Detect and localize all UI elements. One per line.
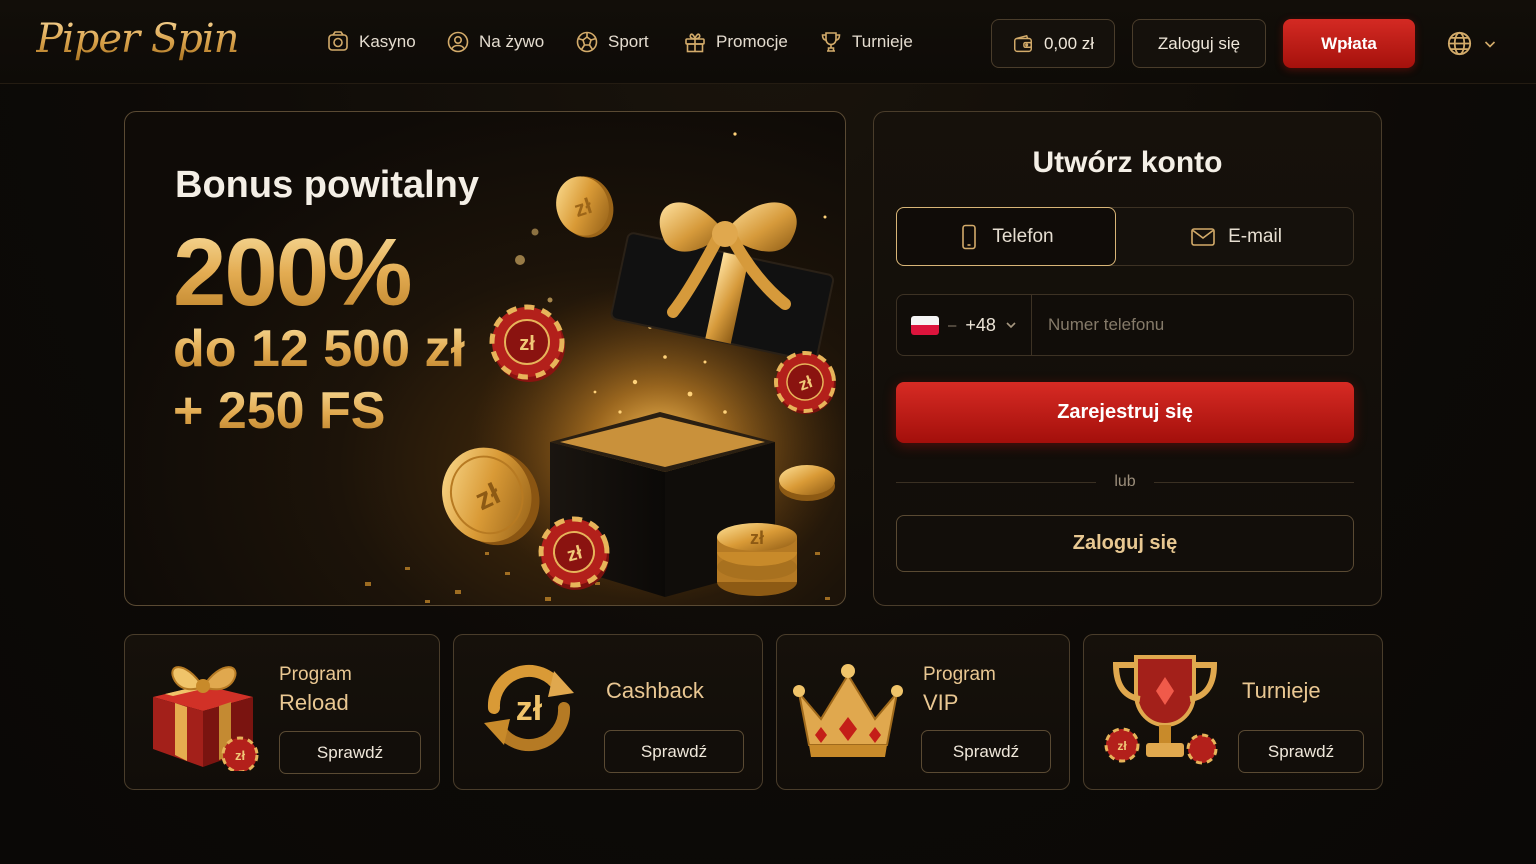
- chevron-down-icon: [1006, 322, 1016, 329]
- trophy-icon: [821, 32, 841, 52]
- phone-number-input[interactable]: [1033, 295, 1353, 355]
- country-code: +48: [965, 314, 996, 335]
- language-selector[interactable]: [1446, 30, 1497, 57]
- gift-icon: [685, 33, 705, 53]
- promo-title-line1: Turnieje: [1242, 678, 1321, 703]
- promo-card-reload[interactable]: zł Program Reload Sprawdź: [124, 634, 440, 790]
- cashback-icon: zł: [484, 664, 574, 752]
- svg-text:zł: zł: [519, 333, 535, 355]
- svg-text:zł: zł: [235, 748, 246, 763]
- check-cashback-button[interactable]: Sprawdź: [604, 730, 744, 773]
- login-button[interactable]: Zaloguj się: [1132, 19, 1266, 68]
- trophy-cup-icon: zł: [1104, 655, 1218, 765]
- promo-title-line2: Reload: [279, 690, 349, 715]
- casino-icon: [328, 31, 348, 51]
- bonus-percent: 200%: [173, 219, 413, 326]
- country-code-select[interactable]: – +48: [897, 295, 1032, 355]
- top-header: Piper Spin Kasyno Na żywo Sport Promocje…: [0, 0, 1536, 84]
- register-panel: Utwórz konto Telefon E-mail – +48 Zareje…: [873, 111, 1382, 606]
- svg-text:zł: zł: [1117, 739, 1127, 753]
- wallet-icon: [1013, 34, 1032, 52]
- bonus-amount: do 12 500 zł: [173, 320, 465, 378]
- promo-card-vip[interactable]: Program VIP Sprawdź: [776, 634, 1070, 790]
- tab-phone[interactable]: Telefon: [896, 207, 1116, 266]
- or-divider: lub: [896, 470, 1355, 494]
- promo-title: Cashback: [606, 677, 704, 705]
- main-nav: Kasyno Na żywo Sport Promocje Turnieje: [326, 28, 919, 56]
- nav-label: Kasyno: [359, 32, 416, 51]
- login-secondary-button[interactable]: Zaloguj się: [896, 515, 1354, 572]
- smartphone-icon: [962, 224, 977, 249]
- promo-title-line2: VIP: [923, 690, 959, 715]
- promo-title-line1: Cashback: [606, 678, 704, 703]
- nav-label: Na żywo: [479, 32, 545, 51]
- promo-title-line1: Program: [279, 664, 352, 685]
- check-tournaments-button[interactable]: Sprawdź: [1238, 730, 1364, 773]
- site-logo[interactable]: Piper Spin: [36, 16, 239, 62]
- gift-box-icon: zł: [153, 666, 259, 771]
- tab-email[interactable]: E-mail: [1117, 207, 1355, 266]
- crown-icon: [793, 664, 903, 757]
- register-title: Utwórz konto: [1032, 146, 1223, 179]
- svg-text:zł: zł: [750, 528, 764, 548]
- globe-icon: [1447, 31, 1472, 56]
- balance-value: 0,00 zł: [1043, 33, 1095, 53]
- register-method-tabs: Telefon E-mail: [896, 207, 1354, 266]
- promo-title: Program VIP: [923, 661, 996, 717]
- promo-card-cashback[interactable]: zł Cashback Sprawdź: [453, 634, 763, 790]
- promo-title: Turnieje: [1242, 677, 1321, 705]
- promo-title-line1: Program: [923, 664, 996, 685]
- bonus-title: Bonus powitalny: [175, 164, 479, 206]
- bonus-free-spins: + 250 FS: [173, 382, 386, 440]
- welcome-bonus-banner[interactable]: zł zł zł zł zł zł Bonus powitalny 200% d…: [124, 111, 846, 606]
- poland-flag-icon: [911, 315, 939, 335]
- nav-item-na-zywo[interactable]: Na żywo: [446, 28, 575, 56]
- live-icon: [447, 31, 469, 53]
- nav-label: Turnieje: [852, 32, 913, 51]
- soccer-ball-icon: [576, 31, 598, 53]
- mail-icon: [1191, 227, 1215, 246]
- nav-item-sport[interactable]: Sport: [575, 28, 683, 56]
- deposit-button[interactable]: Wpłata: [1283, 19, 1415, 68]
- chevron-down-icon: [1484, 40, 1496, 48]
- or-label: lub: [1114, 473, 1136, 490]
- tab-label: E-mail: [1228, 225, 1282, 247]
- check-vip-button[interactable]: Sprawdź: [921, 730, 1051, 773]
- promo-card-tournaments[interactable]: zł Turnieje Sprawdź: [1083, 634, 1383, 790]
- balance-button[interactable]: 0,00 zł: [991, 19, 1115, 68]
- phone-field: – +48: [896, 294, 1354, 356]
- promo-title: Program Reload: [279, 661, 352, 717]
- nav-item-kasyno[interactable]: Kasyno: [326, 28, 446, 56]
- nav-label: Sport: [608, 32, 649, 51]
- check-reload-button[interactable]: Sprawdź: [279, 731, 421, 774]
- register-button[interactable]: Zarejestruj się: [896, 382, 1354, 443]
- tab-label: Telefon: [992, 225, 1054, 247]
- nav-label: Promocje: [716, 32, 788, 51]
- svg-text:zł: zł: [516, 690, 543, 728]
- nav-item-turnieje[interactable]: Turnieje: [819, 28, 919, 56]
- country-code-separator: –: [948, 316, 957, 334]
- nav-item-promocje[interactable]: Promocje: [683, 28, 819, 56]
